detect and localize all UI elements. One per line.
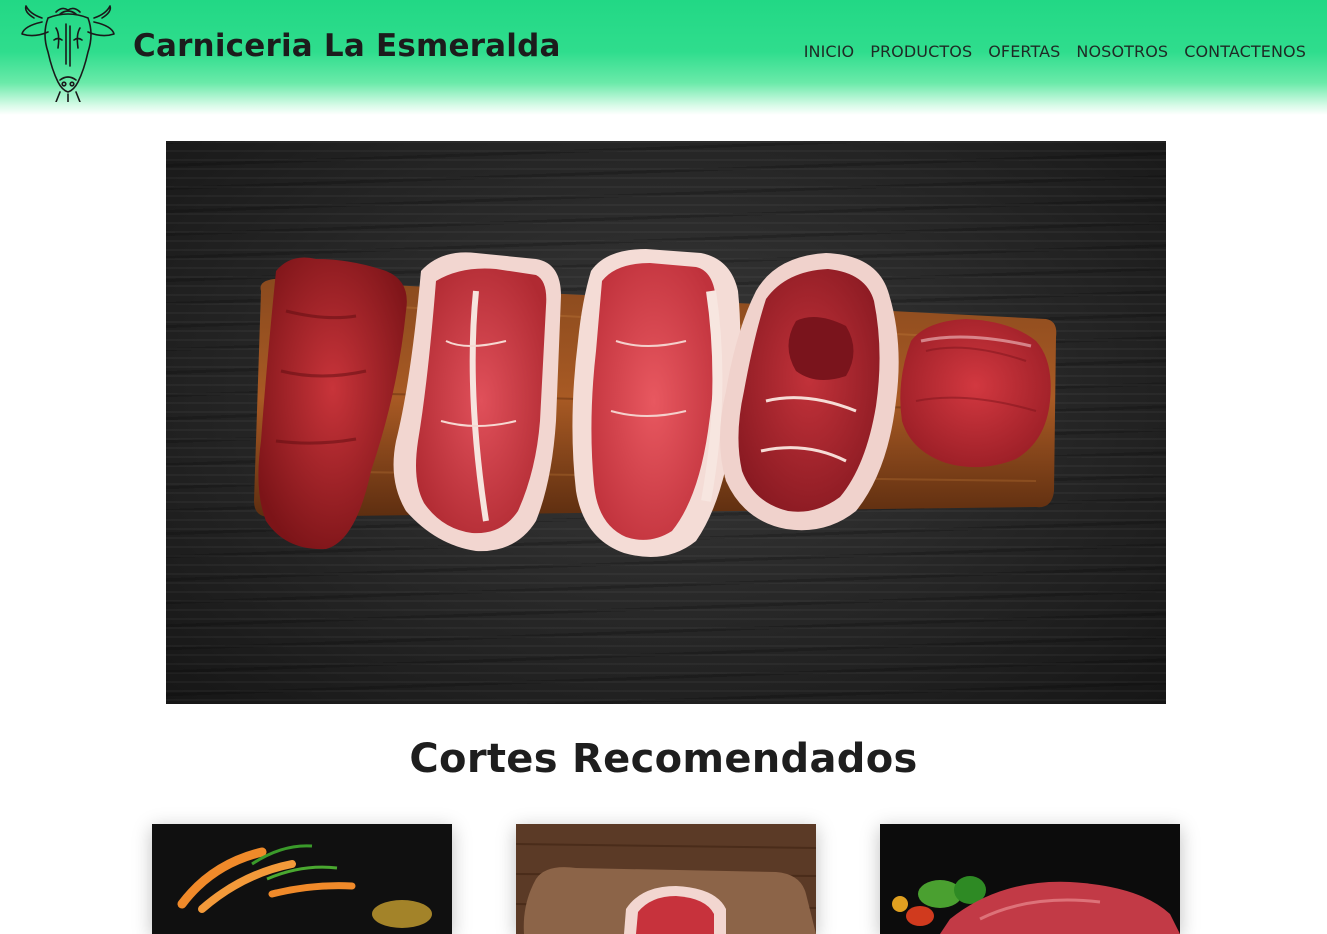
nav-item-ofertas[interactable]: OFERTAS [988,42,1060,61]
beef-with-peppers-image [880,824,1180,934]
recommended-card-2[interactable] [516,824,816,934]
hero-image [166,141,1166,704]
meat-with-carrots-image [152,824,452,934]
nav-item-productos[interactable]: PRODUCTOS [870,42,972,61]
nav-item-nosotros[interactable]: NOSOTROS [1076,42,1168,61]
nav-item-inicio[interactable]: INICIO [804,42,855,61]
recommended-card-3[interactable] [880,824,1180,934]
section-title-recommended: Cortes Recomendados [409,736,918,782]
site-brand-title[interactable]: Carniceria La Esmeralda [133,28,561,64]
site-header: Carniceria La Esmeralda INICIO PRODUCTOS… [0,0,1327,115]
main-nav: INICIO PRODUCTOS OFERTAS NOSOTROS CONTAC… [804,42,1306,61]
nav-item-contactenos[interactable]: CONTACTENOS [1184,42,1306,61]
beef-on-board-image [516,824,816,934]
recommended-card-1[interactable] [152,824,452,934]
cow-head-logo-icon[interactable] [20,4,116,103]
